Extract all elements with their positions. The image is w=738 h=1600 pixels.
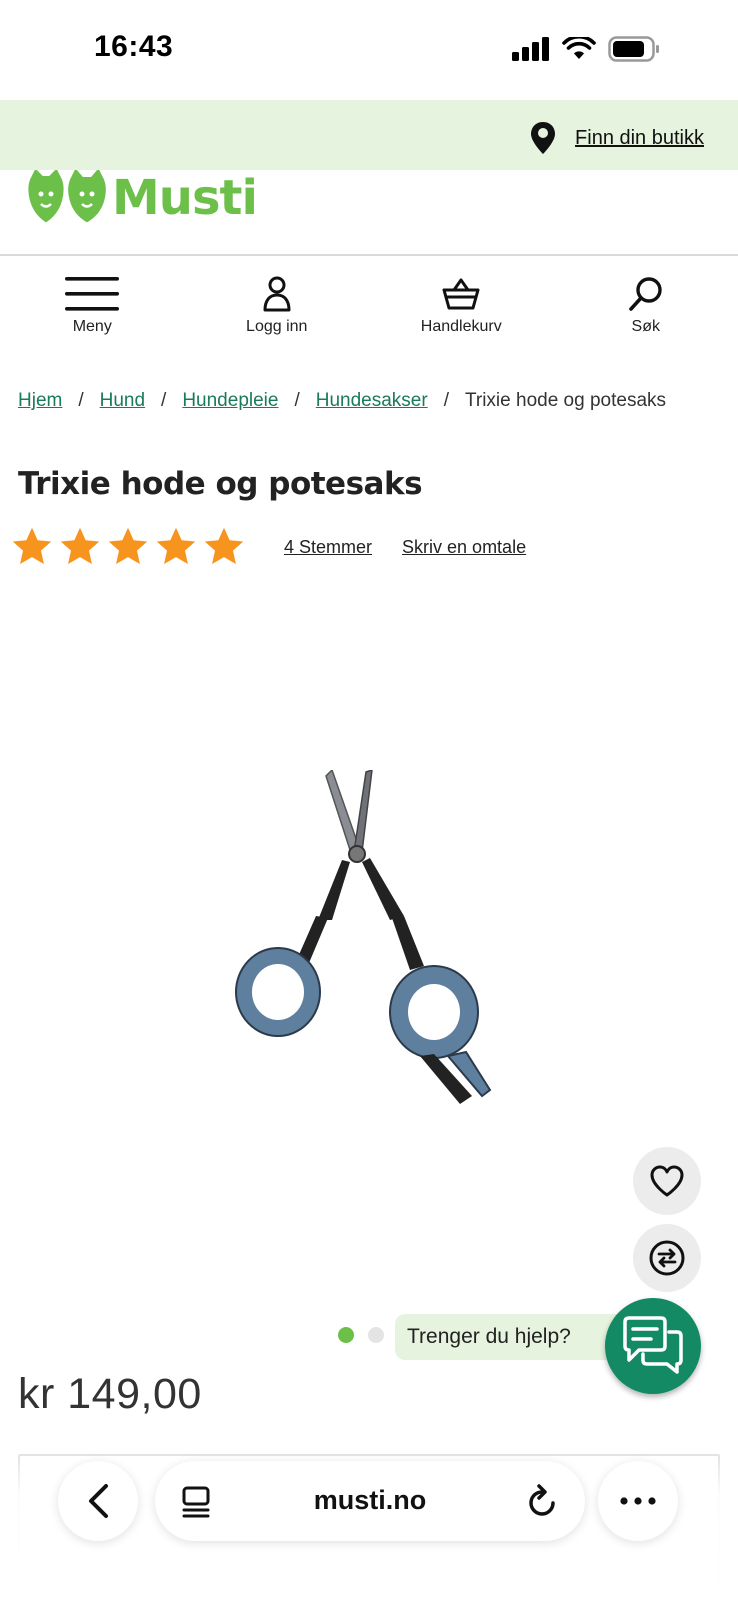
- battery-icon: [608, 36, 659, 62]
- carousel-dot[interactable]: [368, 1327, 384, 1343]
- nav-menu[interactable]: Meny: [0, 258, 185, 348]
- votes-link[interactable]: 4 Stemmer: [284, 537, 372, 558]
- browser-more-button[interactable]: [598, 1461, 678, 1541]
- star-icon: [12, 527, 52, 565]
- nav-cart[interactable]: Handlekurv: [369, 258, 554, 348]
- main-nav: Meny Logg inn Handlekurv Søk: [0, 258, 738, 348]
- star-icon: [156, 527, 196, 565]
- breadcrumb-separator: /: [443, 390, 449, 411]
- nav-login-label: Logg inn: [246, 318, 308, 335]
- reload-icon[interactable]: [527, 1483, 559, 1519]
- breadcrumb-link-dog-care[interactable]: Hundepleie: [182, 390, 278, 411]
- breadcrumb-separator: /: [294, 390, 300, 411]
- product-title: Trixie hode og potesaks: [18, 466, 423, 502]
- basket-icon: [442, 278, 480, 310]
- compare-button[interactable]: [633, 1224, 701, 1292]
- product-price: kr 149,00: [18, 1370, 202, 1418]
- star-rating[interactable]: [10, 525, 246, 569]
- musti-logo[interactable]: Musti: [26, 170, 258, 226]
- breadcrumb-link-home[interactable]: Hjem: [18, 390, 62, 411]
- nav-search[interactable]: Søk: [554, 258, 738, 348]
- logo-text: Musti: [112, 170, 258, 226]
- user-icon: [263, 276, 291, 312]
- chat-button[interactable]: [605, 1298, 701, 1394]
- favorite-button[interactable]: [633, 1147, 701, 1215]
- breadcrumb-separator: /: [161, 390, 167, 411]
- help-bubble[interactable]: Trenger du hjelp?: [395, 1314, 631, 1360]
- breadcrumb-link-dog[interactable]: Hund: [100, 390, 145, 411]
- wifi-icon: [562, 37, 596, 59]
- star-icon: [60, 527, 100, 565]
- find-store-label: Finn din butikk: [575, 126, 704, 149]
- store-finder-bar: Finn din butikk: [0, 100, 738, 170]
- nav-login[interactable]: Logg inn: [185, 258, 370, 348]
- breadcrumb-link-dog-scissors[interactable]: Hundesakser: [316, 390, 428, 411]
- nav-search-label: Søk: [631, 318, 660, 335]
- status-icons: [512, 36, 660, 62]
- breadcrumb-separator: /: [78, 390, 84, 411]
- chevron-left-icon: [89, 1484, 108, 1518]
- browser-url: musti.no: [313, 1485, 427, 1515]
- signal-icon: [512, 37, 549, 61]
- browser-address-bar[interactable]: musti.no: [155, 1461, 585, 1541]
- status-time: 16:43: [94, 30, 174, 63]
- location-pin-icon: [531, 122, 556, 154]
- breadcrumb: Hjem / Hund / Hundepleie / Hundesakser / Trixie …: [18, 384, 708, 418]
- star-icon: [108, 527, 148, 565]
- nav-menu-label: Meny: [72, 318, 112, 335]
- nav-cart-label: Handlekurv: [420, 318, 502, 335]
- dog-cat-logo-icon: [28, 170, 106, 223]
- image-carousel-dots: [338, 1327, 384, 1343]
- star-icon: [204, 527, 244, 565]
- search-icon: [628, 277, 662, 311]
- compare-icon: [649, 1240, 685, 1276]
- product-image[interactable]: [220, 770, 520, 1130]
- browser-back-button[interactable]: [58, 1461, 138, 1541]
- status-bar: 16:43: [0, 0, 738, 100]
- chat-icon: [623, 1316, 683, 1374]
- carousel-dot-active[interactable]: [338, 1327, 354, 1343]
- header-logo-area: Musti: [0, 170, 738, 256]
- product-rating: 4 Stemmer Skriv en omtale: [10, 525, 526, 569]
- heart-icon: [650, 1165, 684, 1197]
- help-bubble-label: Trenger du hjelp?: [407, 1325, 571, 1348]
- breadcrumb-current: Trixie hode og potesaks: [464, 390, 667, 411]
- menu-icon: [65, 277, 120, 311]
- write-review-link[interactable]: Skriv en omtale: [402, 537, 526, 558]
- more-dots-icon: [620, 1497, 656, 1505]
- find-store-link[interactable]: Finn din butikk: [529, 120, 704, 156]
